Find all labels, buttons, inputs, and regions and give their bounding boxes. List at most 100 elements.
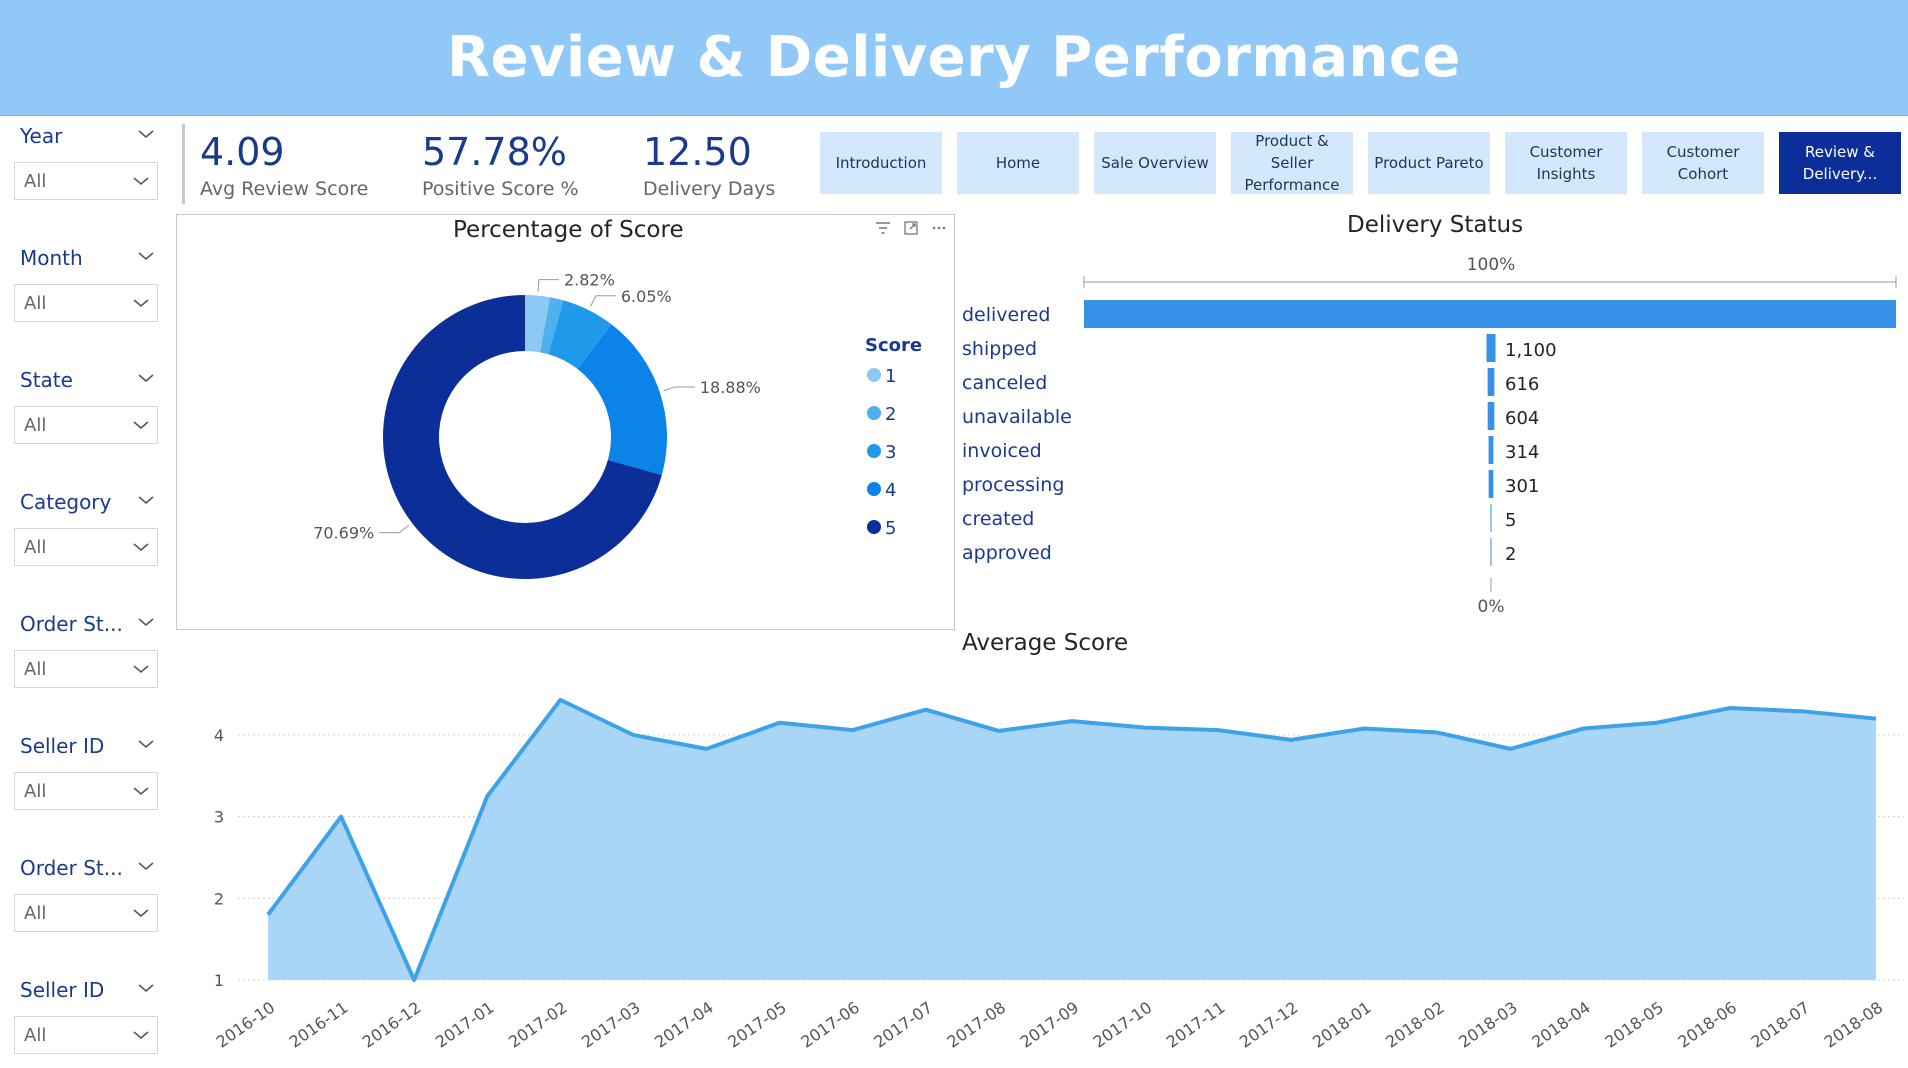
bar[interactable] bbox=[1488, 470, 1494, 498]
legend-item[interactable]: 1 bbox=[885, 366, 896, 387]
x-tick-label: 2017-11 bbox=[1163, 998, 1229, 1052]
x-tick-label: 2018-03 bbox=[1455, 998, 1521, 1052]
x-tick-label: 2017-03 bbox=[578, 998, 644, 1052]
chevron-down-icon[interactable] bbox=[136, 490, 156, 510]
slicer-dropdown[interactable]: All bbox=[14, 894, 158, 932]
slicer-title: Order St... bbox=[20, 856, 123, 880]
slicer-header[interactable]: State bbox=[14, 364, 160, 396]
x-tick-label: 2018-08 bbox=[1821, 998, 1887, 1052]
chevron-down-icon[interactable] bbox=[131, 171, 151, 191]
nav-button[interactable]: Customer Insights bbox=[1505, 132, 1627, 194]
chevron-down-icon[interactable] bbox=[131, 781, 151, 801]
leader-line bbox=[590, 295, 616, 307]
slicer-header[interactable]: Category bbox=[14, 486, 160, 518]
slicer-header[interactable]: Year bbox=[14, 120, 160, 152]
slicer-dropdown[interactable]: All bbox=[14, 162, 158, 200]
slicer-dropdown[interactable]: All bbox=[14, 284, 158, 322]
slicer: Month All bbox=[14, 242, 160, 322]
donut-chart: 2.82% 6.05% 18.88% 70.69% Score 1 2 3 4 5 bbox=[313, 271, 922, 579]
kpi-delivery-days: 12.50 Delivery Days bbox=[643, 130, 775, 200]
chevron-down-icon[interactable] bbox=[131, 1025, 151, 1045]
legend-marker[interactable] bbox=[867, 406, 881, 420]
slice-data-label: 18.88% bbox=[700, 378, 761, 397]
bar[interactable] bbox=[1488, 436, 1494, 464]
kpi-value: 57.78% bbox=[422, 130, 567, 174]
chevron-down-icon[interactable] bbox=[131, 903, 151, 923]
x-tick-label: 2016-12 bbox=[359, 998, 425, 1052]
legend-marker[interactable] bbox=[867, 368, 881, 382]
bar[interactable] bbox=[1486, 334, 1496, 362]
legend-item[interactable]: 5 bbox=[885, 518, 896, 539]
slicer-value: All bbox=[24, 537, 47, 558]
slicer-dropdown[interactable]: All bbox=[14, 406, 158, 444]
chevron-down-icon[interactable] bbox=[136, 734, 156, 754]
legend-item[interactable]: 2 bbox=[885, 404, 896, 425]
bar-category-label: canceled bbox=[962, 372, 1047, 394]
chevron-down-icon[interactable] bbox=[136, 856, 156, 876]
nav-button[interactable]: Customer Cohort bbox=[1642, 132, 1764, 194]
kpi-divider bbox=[182, 124, 185, 204]
page-title: Review & Delivery Performance bbox=[446, 25, 1462, 90]
kpi-value: 12.50 bbox=[643, 130, 752, 174]
bar-data-label: 1,100 bbox=[1505, 340, 1557, 361]
bar[interactable] bbox=[1490, 538, 1492, 566]
y-tick-label: 4 bbox=[214, 726, 224, 745]
slicer-dropdown[interactable]: All bbox=[14, 1016, 158, 1054]
slicer: Category All bbox=[14, 486, 160, 566]
x-tick-label: 2017-12 bbox=[1236, 998, 1302, 1052]
nav-button[interactable]: Sale Overview bbox=[1094, 132, 1216, 194]
bar-data-label: 5 bbox=[1505, 510, 1516, 531]
slicer-title: Category bbox=[20, 490, 112, 514]
slicer-header[interactable]: Seller ID bbox=[14, 974, 160, 1006]
header-banner: Review & Delivery Performance bbox=[0, 0, 1908, 116]
x-tick-label: 2017-02 bbox=[505, 998, 571, 1052]
nav-button[interactable]: Home bbox=[957, 132, 1079, 194]
chevron-down-icon[interactable] bbox=[131, 659, 151, 679]
slicer-dropdown[interactable]: All bbox=[14, 528, 158, 566]
slicer-value: All bbox=[24, 659, 47, 680]
chevron-down-icon[interactable] bbox=[136, 368, 156, 388]
bar[interactable] bbox=[1490, 504, 1492, 532]
slicer-header[interactable]: Seller ID bbox=[14, 730, 160, 762]
slicer: Seller ID All bbox=[14, 730, 160, 810]
chevron-down-icon[interactable] bbox=[131, 537, 151, 557]
chevron-down-icon[interactable] bbox=[136, 978, 156, 998]
nav-button[interactable]: Introduction bbox=[820, 132, 942, 194]
bar[interactable] bbox=[1487, 402, 1495, 430]
slicer-dropdown[interactable]: All bbox=[14, 772, 158, 810]
slicer: Year All bbox=[14, 120, 160, 200]
legend-marker[interactable] bbox=[867, 520, 881, 534]
chevron-down-icon[interactable] bbox=[131, 415, 151, 435]
donut-chart-panel[interactable]: Percentage of Score 2.82% 6.05% 18.88% 70.6… bbox=[176, 214, 955, 630]
chevron-down-icon[interactable] bbox=[136, 612, 156, 632]
report-page: Review & Delivery Performance Year All Mon… bbox=[0, 0, 1908, 1068]
nav-button[interactable]: Product & Seller Performance bbox=[1231, 132, 1353, 194]
legend-marker[interactable] bbox=[867, 482, 881, 496]
nav-button[interactable]: Review & Delivery... bbox=[1779, 132, 1901, 194]
chevron-down-icon[interactable] bbox=[136, 246, 156, 266]
slicer-title: Order St... bbox=[20, 612, 123, 636]
slicer-header[interactable]: Month bbox=[14, 242, 160, 274]
slicer-dropdown[interactable]: All bbox=[14, 650, 158, 688]
leader-line bbox=[537, 279, 559, 292]
slicer-header[interactable]: Order St... bbox=[14, 608, 160, 640]
x-tick-label: 2017-05 bbox=[724, 998, 790, 1052]
x-tick-label: 2017-06 bbox=[797, 998, 863, 1052]
chevron-down-icon[interactable] bbox=[131, 293, 151, 313]
legend-item[interactable]: 4 bbox=[885, 480, 896, 501]
legend-marker[interactable] bbox=[867, 444, 881, 458]
slicer-header[interactable]: Order St... bbox=[14, 852, 160, 884]
x-tick-label: 2017-01 bbox=[432, 998, 498, 1052]
slicer: State All bbox=[14, 364, 160, 444]
nav-button[interactable]: Product Pareto bbox=[1368, 132, 1490, 194]
x-tick-label: 2016-11 bbox=[286, 998, 352, 1052]
kpi-value: 4.09 bbox=[200, 130, 285, 174]
kpi-label: Avg Review Score bbox=[200, 178, 369, 200]
x-tick-label: 2018-07 bbox=[1748, 998, 1814, 1052]
chevron-down-icon[interactable] bbox=[136, 124, 156, 144]
bar[interactable] bbox=[1084, 300, 1896, 328]
bar-category-label: created bbox=[962, 508, 1034, 530]
bar[interactable] bbox=[1487, 368, 1495, 396]
bar-data-label: 301 bbox=[1505, 476, 1539, 497]
legend-item[interactable]: 3 bbox=[885, 442, 896, 463]
